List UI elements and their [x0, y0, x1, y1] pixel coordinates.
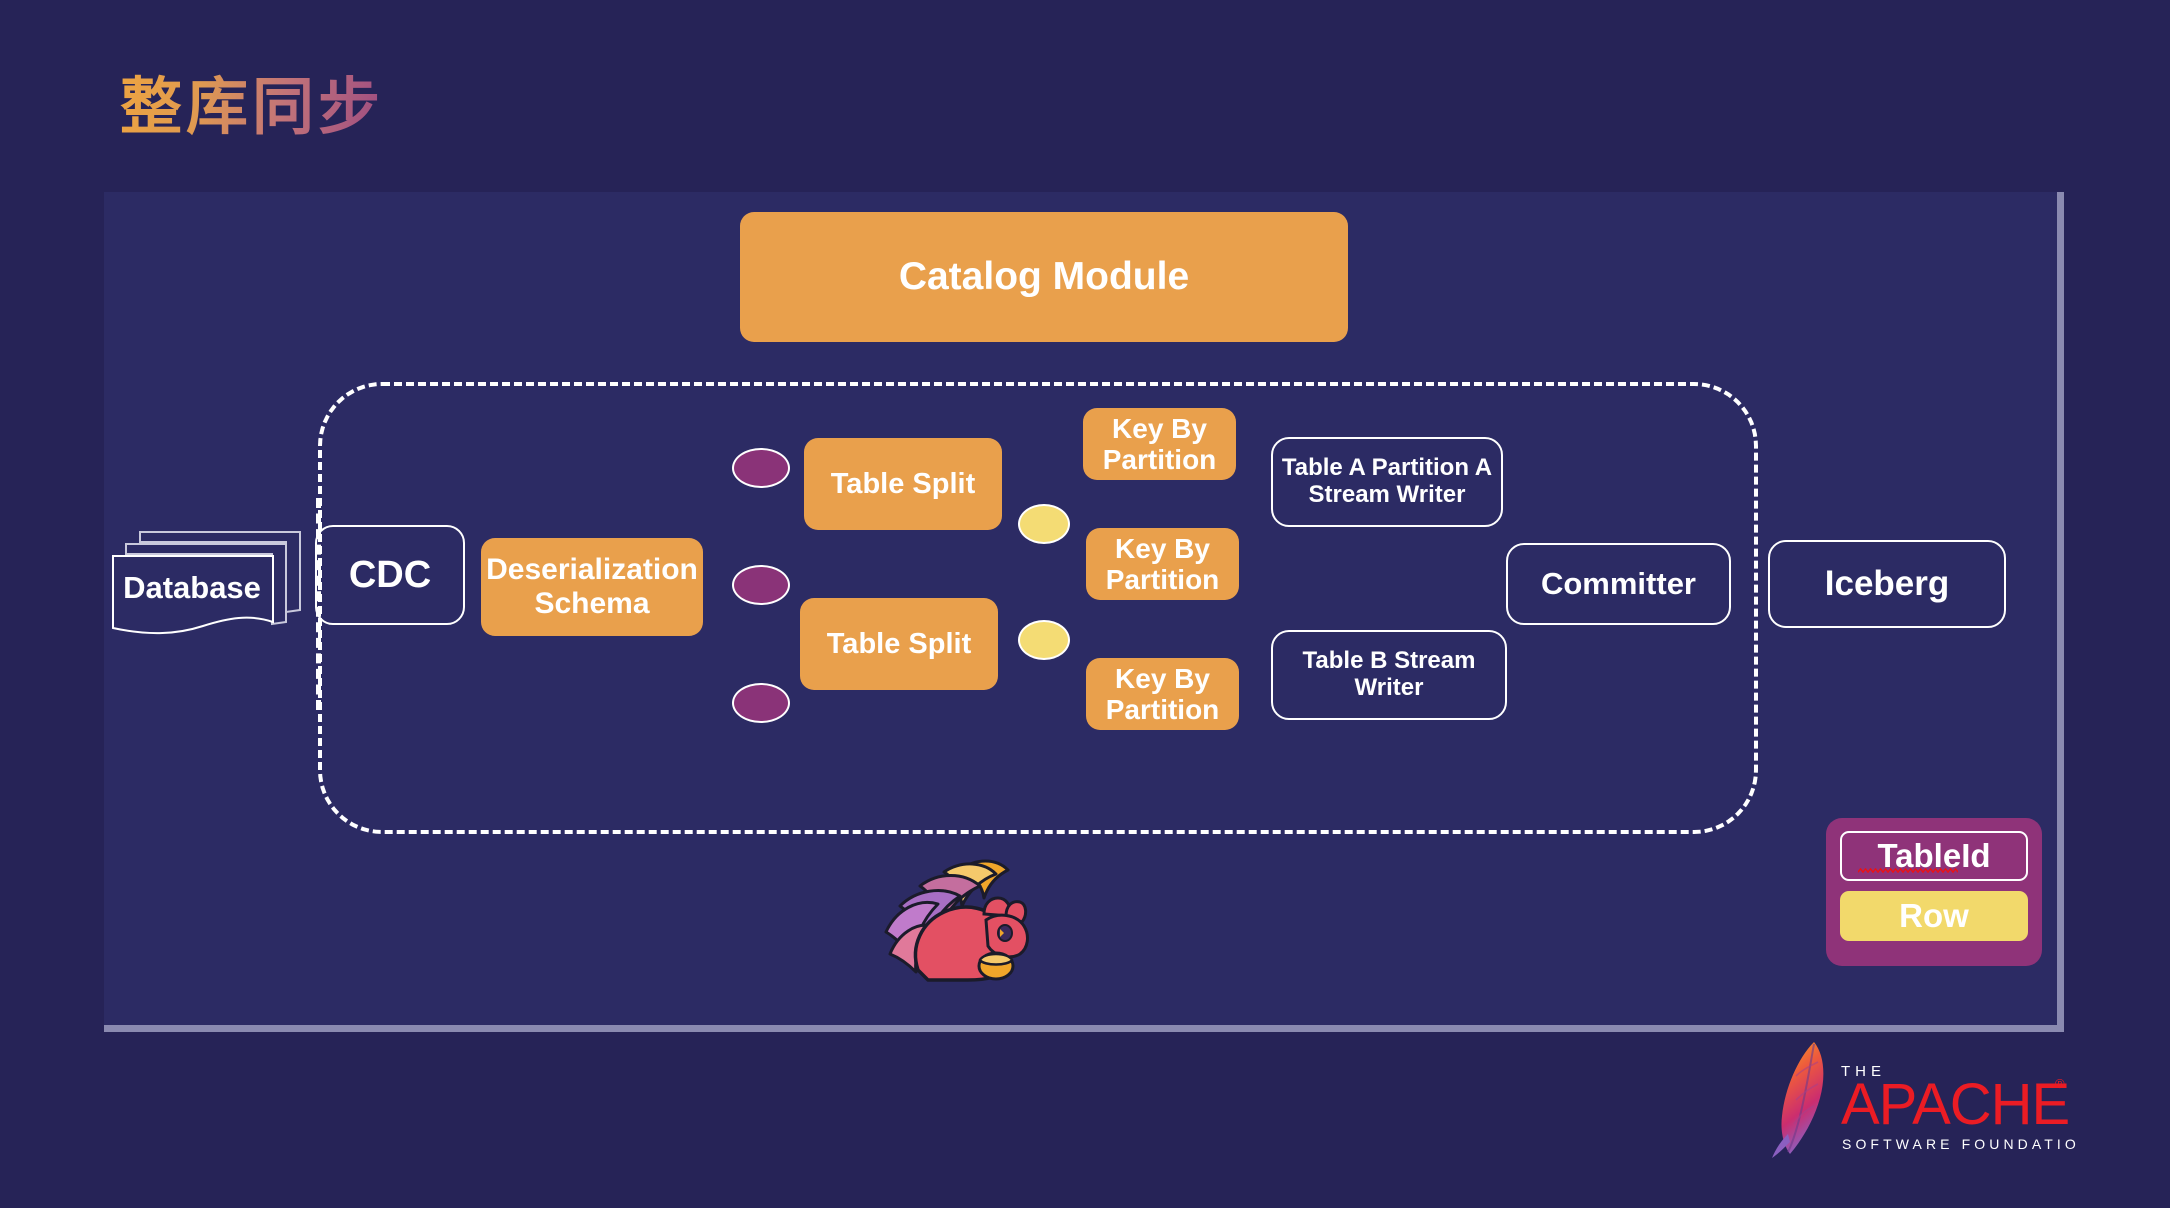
- legend-record-structure: TableId Row: [1826, 818, 2042, 966]
- legend-row-chip: Row: [1840, 891, 2028, 941]
- node-deserialization-schema[interactable]: Deserialization Schema: [481, 538, 703, 636]
- page-title: 整库同步: [120, 56, 384, 146]
- node-key-by-partition-3[interactable]: Key By Partition: [1086, 658, 1239, 730]
- svg-text:SOFTWARE FOUNDATION: SOFTWARE FOUNDATION: [1842, 1136, 2076, 1152]
- record-ellipse-tableid-1: [732, 448, 790, 488]
- flink-squirrel-logo: [872, 850, 1036, 982]
- node-iceberg[interactable]: Iceberg: [1768, 540, 2006, 628]
- node-key-by-partition-1[interactable]: Key By Partition: [1083, 408, 1236, 480]
- node-catalog-module-label: Catalog Module: [898, 255, 1190, 299]
- node-cdc-label: CDC: [348, 553, 432, 596]
- node-committer[interactable]: Committer: [1506, 543, 1731, 625]
- spellcheck-underline-icon: [1858, 868, 1958, 873]
- node-key-by-partition-1-label: Key By Partition: [1102, 412, 1217, 475]
- legend-row-label: Row: [1899, 897, 1969, 934]
- node-table-split-2-label: Table Split: [826, 627, 972, 660]
- record-ellipse-row-1: [1018, 504, 1070, 544]
- node-database-label: Database: [123, 570, 261, 605]
- node-key-by-partition-2-label: Key By Partition: [1105, 532, 1220, 595]
- node-table-split-1-label: Table Split: [830, 467, 976, 500]
- node-key-by-partition-3-label: Key By Partition: [1105, 662, 1220, 725]
- node-cdc[interactable]: CDC: [315, 525, 465, 625]
- node-deserialization-schema-label: Deserialization Schema: [486, 553, 698, 620]
- node-table-a-stream-writer[interactable]: Table A Partition A Stream Writer: [1271, 437, 1503, 527]
- apache-software-foundation-logo: THE APACHE ® SOFTWARE FOUNDATION: [1766, 1036, 2076, 1158]
- node-committer-label: Committer: [1540, 565, 1696, 601]
- node-table-b-stream-writer[interactable]: Table B Stream Writer: [1271, 630, 1507, 720]
- record-ellipse-tableid-2: [732, 565, 790, 605]
- legend-tableid-chip: TableId: [1840, 831, 2028, 881]
- svg-text:®: ®: [2055, 1076, 2065, 1091]
- node-table-split-2[interactable]: Table Split: [800, 598, 998, 690]
- record-ellipse-tableid-3: [732, 683, 790, 723]
- node-iceberg-label: Iceberg: [1824, 564, 1950, 604]
- record-ellipse-row-2: [1018, 620, 1070, 660]
- node-key-by-partition-2[interactable]: Key By Partition: [1086, 528, 1239, 600]
- node-table-a-stream-writer-label: Table A Partition A Stream Writer: [1281, 454, 1493, 508]
- svg-text:APACHE: APACHE: [1841, 1072, 2069, 1137]
- node-catalog-module[interactable]: Catalog Module: [740, 212, 1348, 342]
- node-table-split-1[interactable]: Table Split: [804, 438, 1002, 530]
- node-table-b-stream-writer-label: Table B Stream Writer: [1302, 647, 1476, 701]
